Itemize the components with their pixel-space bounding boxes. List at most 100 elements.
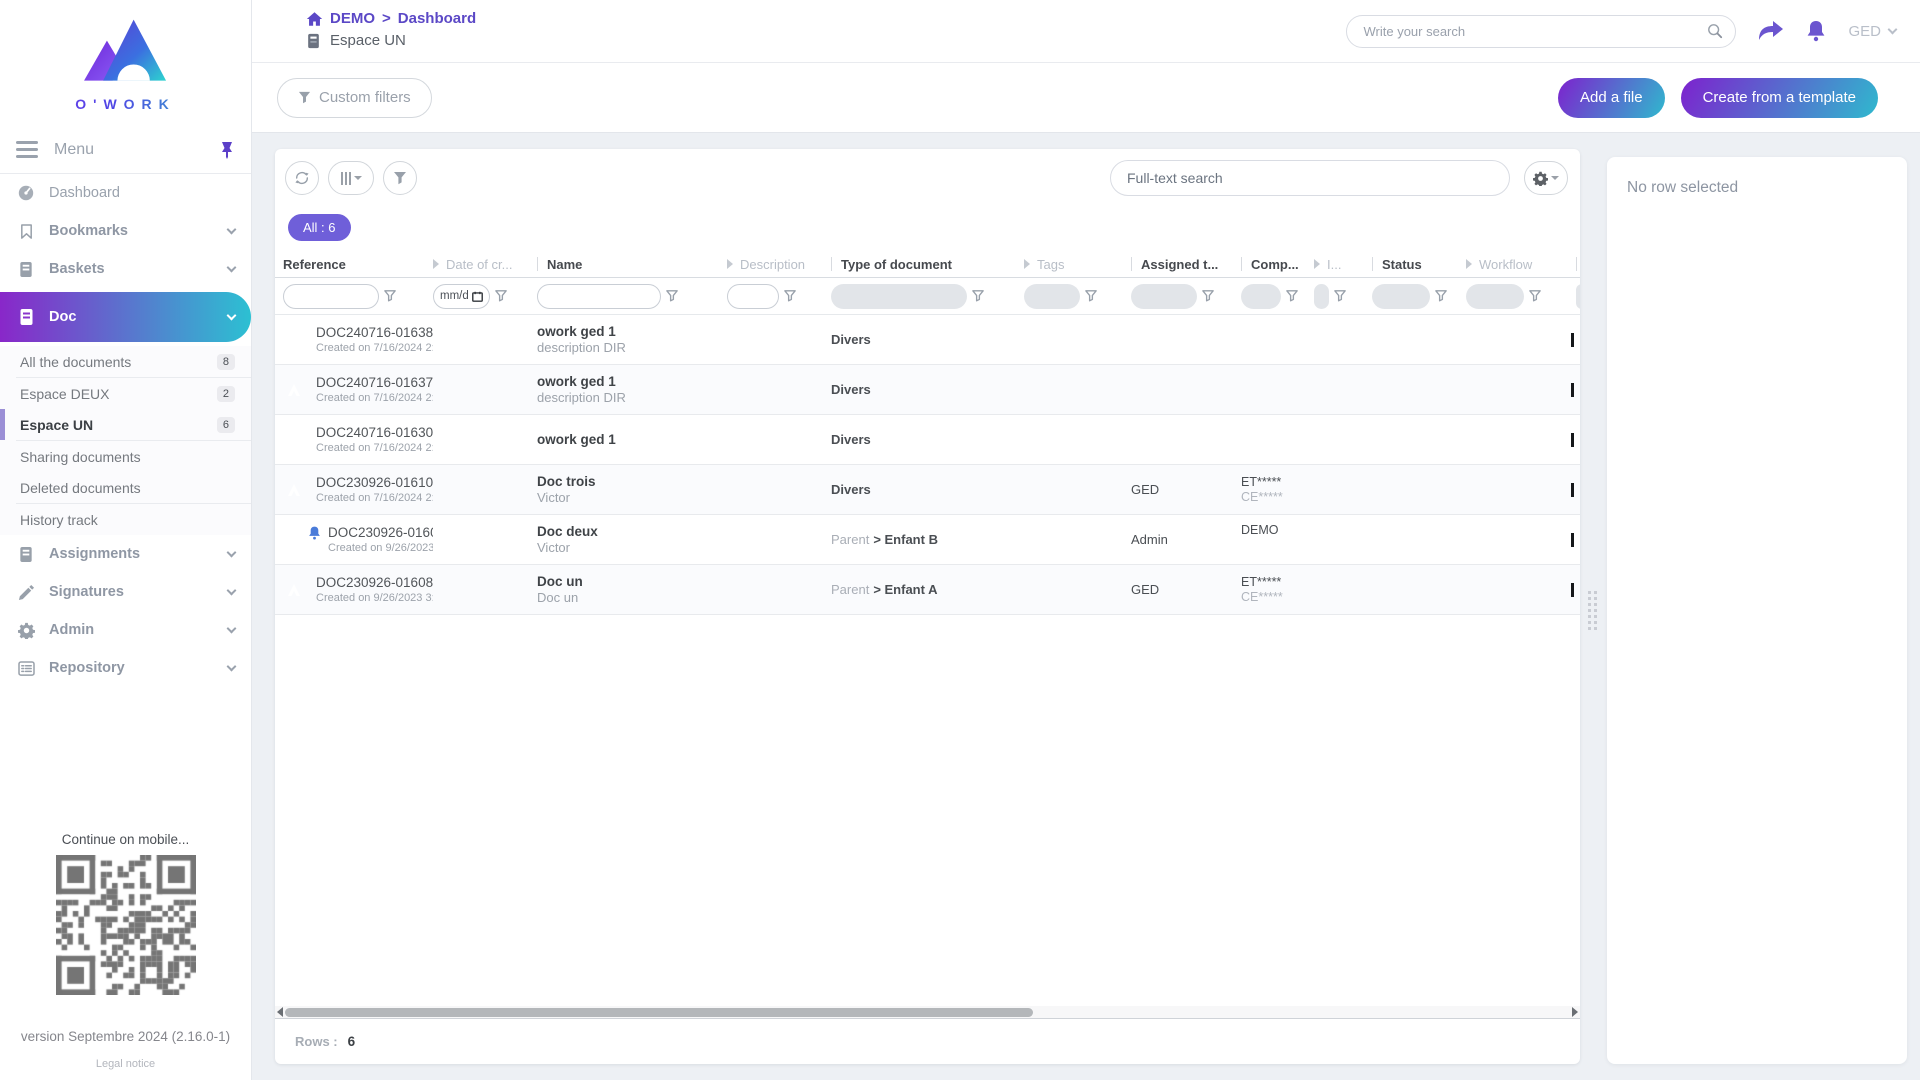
scroll-left-icon[interactable] [277,1007,283,1017]
sidebar-item-history-track[interactable]: History track [0,504,251,535]
sidebar-item-admin[interactable]: Admin [0,611,251,649]
sidebar-item-espace-un[interactable]: Espace UN 6 [0,409,251,440]
sub-item-label: Espace UN [20,417,93,433]
hamburger-icon[interactable] [16,141,38,158]
notifications-bell-icon[interactable] [1806,20,1826,42]
table-filter-row: mm/d [275,278,1580,315]
filter-date-input[interactable]: mm/d [433,284,490,309]
sidebar-item-doc[interactable]: Doc [0,292,251,342]
sidebar-item-all-documents[interactable]: All the documents 8 [0,346,251,377]
sidebar-item-signatures[interactable]: Signatures [0,573,251,611]
fulltext-search [1110,160,1510,196]
table-row[interactable]: DOC240716-01630-0Created on 7/16/2024 2:… [275,415,1580,465]
column-header-workflow[interactable]: Workflow [1466,251,1576,277]
search-icon[interactable] [1707,23,1723,39]
breadcrumb-root[interactable]: DEMO [330,10,375,27]
legal-notice-link[interactable]: Legal notice [0,1058,251,1070]
horizontal-scrollbar[interactable] [275,1006,1580,1019]
book-icon [16,308,36,326]
filter-input-reference[interactable] [283,284,379,309]
clipped-cell-text [1571,583,1574,597]
app-logo: O'WORK [0,0,251,122]
sidebar-item-dashboard[interactable]: Dashboard [0,174,251,212]
column-header-name[interactable]: Name [537,251,727,277]
column-header-i[interactable]: I... [1314,251,1372,277]
mobile-qr-section: Continue on mobile... version Septembre … [0,832,251,1080]
column-divider [1372,257,1373,271]
funnel-icon[interactable] [972,290,984,302]
funnel-icon[interactable] [1529,290,1541,302]
filter-input-name[interactable] [537,284,661,309]
table-row[interactable]: w DOC230926-01609-0Created on 9/26/2023 … [275,515,1580,565]
funnel-icon[interactable] [1085,290,1097,302]
column-header-date[interactable]: Date of cr... [433,251,537,277]
clipped-cell-text [1571,483,1574,497]
sidebar-item-deleted-documents[interactable]: Deleted documents [0,472,251,503]
profile-menu[interactable]: GED [1848,23,1896,40]
table-row[interactable]: DOC240716-01638-0Created on 7/16/2024 2:… [275,315,1580,365]
table-row[interactable]: DOC240716-01637-0Created on 7/16/2024 2:… [275,365,1580,415]
table-row[interactable]: DOC230926-01610-3Created on 7/16/2024 2:… [275,465,1580,515]
column-divider [1241,257,1242,271]
create-from-template-button[interactable]: Create from a template [1681,78,1878,118]
no-row-selected-label: No row selected [1607,157,1907,197]
pin-icon[interactable] [219,141,235,159]
filter-input-description[interactable] [727,284,779,309]
column-header-reference[interactable]: Reference [283,251,433,277]
sidebar-item-espace-deux[interactable]: Espace DEUX 2 [0,378,251,409]
sidebar-item-baskets[interactable]: Baskets [0,250,251,288]
all-count-badge[interactable]: All : 6 [288,214,351,241]
column-header-y[interactable]: Y [1576,251,1580,277]
home-icon[interactable] [306,11,323,27]
scrollbar-thumb[interactable] [285,1008,1033,1017]
pdf-file-icon [283,328,307,352]
breadcrumb: DEMO > Dashboard [306,10,476,27]
column-header-assigned[interactable]: Assigned t... [1131,251,1241,277]
fulltext-search-input[interactable] [1127,170,1493,186]
columns-button[interactable] [328,161,374,195]
filter-disabled-tags [1024,284,1080,309]
share-arrow-icon[interactable] [1758,20,1784,42]
sidebar-item-repository[interactable]: Repository [0,649,251,687]
logo-text: O'WORK [0,96,251,112]
sort-caret-icon [1024,259,1030,269]
sub-item-label: Deleted documents [20,480,141,496]
funnel-icon[interactable] [784,290,796,302]
filter-button[interactable] [383,161,417,195]
global-search-input[interactable] [1363,24,1707,39]
chevron-down-icon [227,623,237,633]
funnel-icon[interactable] [384,290,396,302]
column-header-description[interactable]: Description [727,251,831,277]
column-header-tags[interactable]: Tags [1024,251,1131,277]
funnel-icon[interactable] [666,290,678,302]
columns-icon [341,172,351,185]
funnel-icon[interactable] [1202,290,1214,302]
global-search [1346,15,1736,48]
funnel-icon[interactable] [495,290,507,302]
column-divider [537,257,538,271]
add-file-button[interactable]: Add a file [1558,78,1665,118]
sidebar-item-sharing-documents[interactable]: Sharing documents [0,441,251,472]
table-row[interactable]: DOC230926-01608-0Created on 9/26/2023 3:… [275,565,1580,615]
doc-submenu: All the documents 8 Espace DEUX 2 Espace… [0,346,251,535]
refresh-button[interactable] [285,161,319,195]
filter-disabled-status [1372,284,1430,309]
sidebar-item-bookmarks[interactable]: Bookmarks [0,212,251,250]
column-header-status[interactable]: Status [1372,251,1466,277]
funnel-icon[interactable] [1334,290,1346,302]
documents-table-card: All : 6 Reference Date of cr... Name Des… [275,149,1580,1064]
clipped-cell-text [1571,533,1574,547]
breadcrumb-current[interactable]: Dashboard [398,10,476,27]
funnel-icon[interactable] [1435,290,1447,302]
panel-resize-handle[interactable] [1588,591,1597,630]
sort-caret-icon [433,259,439,269]
custom-filters-button[interactable]: Custom filters [277,78,432,118]
sort-caret-icon [727,259,733,269]
column-header-type[interactable]: Type of document [831,251,1024,277]
profile-name: GED [1848,23,1881,40]
scroll-right-icon[interactable] [1572,1007,1578,1017]
sidebar-item-assignments[interactable]: Assignments [0,535,251,573]
funnel-icon[interactable] [1286,290,1298,302]
column-header-comp[interactable]: Comp... [1241,251,1314,277]
table-settings-button[interactable] [1524,161,1568,195]
